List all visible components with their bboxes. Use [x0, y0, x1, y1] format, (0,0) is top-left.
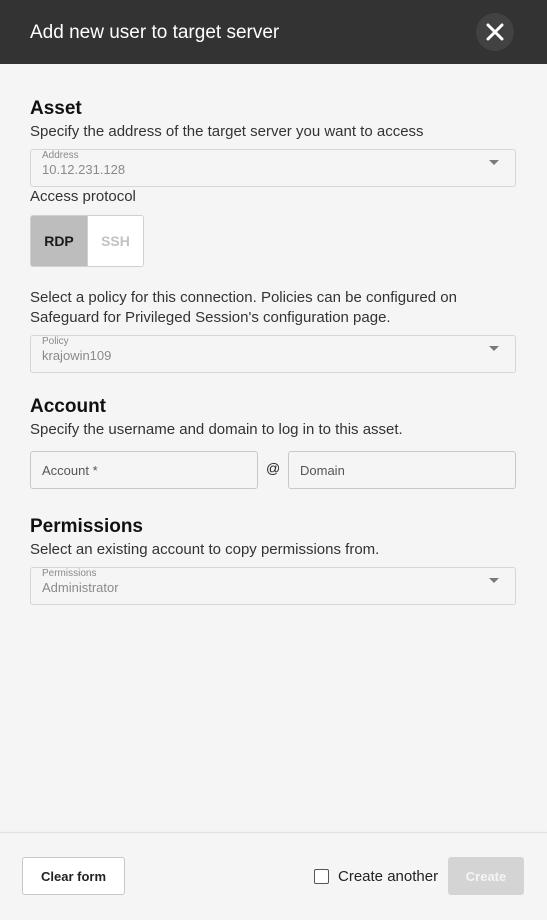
footer-divider	[0, 832, 547, 833]
policy-value: krajowin109	[42, 348, 112, 363]
account-input[interactable]: Account *	[30, 451, 258, 489]
chevron-down-icon	[489, 346, 499, 351]
chevron-down-icon	[489, 160, 499, 165]
account-placeholder: Account *	[42, 463, 98, 478]
domain-input[interactable]: Domain	[288, 451, 516, 489]
permissions-section-title: Permissions	[30, 516, 143, 537]
close-button[interactable]	[476, 13, 514, 51]
domain-placeholder: Domain	[300, 463, 345, 478]
create-another-label[interactable]: Create another	[338, 868, 438, 885]
protocol-ssh-button[interactable]: SSH	[86, 216, 143, 266]
policy-field-label: Policy	[42, 336, 69, 347]
address-field-label: Address	[42, 150, 79, 161]
at-separator: @	[266, 460, 281, 476]
dialog-header: Add new user to target server	[0, 0, 547, 64]
policy-select[interactable]: Policy krajowin109	[30, 335, 516, 373]
chevron-down-icon	[489, 578, 499, 583]
create-button[interactable]: Create	[448, 857, 524, 895]
dialog-title: Add new user to target server	[30, 22, 280, 43]
permissions-description: Select an existing account to copy permi…	[30, 541, 380, 558]
clear-form-button[interactable]: Clear form	[22, 857, 125, 895]
access-protocol-label: Access protocol	[30, 188, 136, 205]
asset-description: Specify the address of the target server…	[30, 123, 424, 140]
permissions-select[interactable]: Permissions Administrator	[30, 567, 516, 605]
address-value: 10.12.231.128	[42, 162, 126, 177]
address-select[interactable]: Address 10.12.231.128	[30, 149, 516, 187]
permissions-field-label: Permissions	[42, 568, 97, 579]
protocol-rdp-button[interactable]: RDP	[31, 216, 87, 266]
close-icon	[486, 23, 504, 41]
protocol-toggle: RDP SSH	[30, 215, 144, 267]
policy-description-line1: Select a policy for this connection. Pol…	[30, 289, 457, 306]
policy-description-line2: Safeguard for Privileged Session's confi…	[30, 309, 391, 326]
asset-section-title: Asset	[30, 98, 82, 119]
account-section-title: Account	[30, 396, 106, 417]
permissions-value: Administrator	[42, 580, 119, 595]
account-description: Specify the username and domain to log i…	[30, 421, 403, 438]
create-another-checkbox[interactable]	[314, 869, 329, 884]
